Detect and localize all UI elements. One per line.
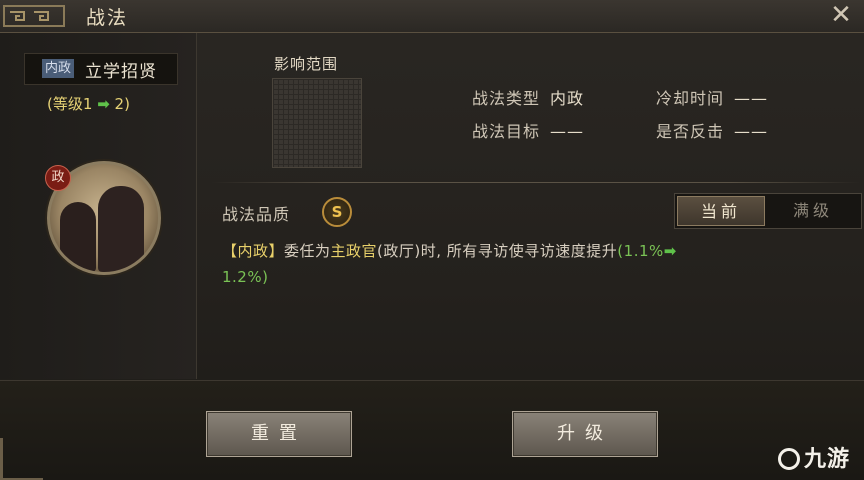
description-text: (政厅)时, 所有寻访使寻访速度提升 <box>377 242 618 260</box>
reset-button[interactable]: 重置 <box>206 411 352 457</box>
politics-badge: 政 <box>45 165 71 191</box>
influence-range-grid <box>272 78 362 168</box>
skill-target-value: —— <box>550 122 585 141</box>
skill-category-tag: 内政 <box>42 59 75 78</box>
divider <box>212 182 860 183</box>
watermark-logo-icon <box>777 448 800 470</box>
upgrade-button[interactable]: 升级 <box>512 411 658 457</box>
tab-current[interactable]: 当前 <box>677 196 765 226</box>
portrait-figure <box>98 186 144 272</box>
level-indicator: (等级1 ➡ 2) <box>47 93 130 114</box>
close-icon[interactable]: ✕ <box>828 2 854 28</box>
corner-ornament-icon <box>0 438 43 480</box>
title-ornament-icon <box>3 5 65 27</box>
skill-description: 【内政】委任为主政官(政厅)时, 所有寻访使寻访速度提升(1.1%➡ 1.2%) <box>222 238 842 290</box>
watermark: 九游 <box>777 441 850 473</box>
description-tag: 【内政】 <box>222 242 285 260</box>
counterattack-label: 是否反击 <box>656 122 725 141</box>
level-arrow-icon: ➡ <box>97 95 110 113</box>
description-text: 委任为 <box>284 242 331 260</box>
influence-range-label: 影响范围 <box>274 55 339 73</box>
watermark-text: 九游 <box>803 447 850 472</box>
description-role: 主政官 <box>330 242 378 260</box>
cooldown-value: —— <box>734 89 769 108</box>
skill-type-value: 内政 <box>550 89 585 108</box>
description-value-from: (1.1% <box>617 242 664 260</box>
skill-name: 立学招贤 <box>85 62 157 82</box>
title-bar: 战法 ✕ <box>0 0 864 33</box>
level-from: (等级1 <box>47 95 93 113</box>
left-panel: 内政 立学招贤 (等级1 ➡ 2) 政 <box>0 33 197 379</box>
bottom-bar: 重置 升级 九游 <box>0 380 864 480</box>
level-toggle: 当前 满级 <box>674 193 862 229</box>
tab-max-level[interactable]: 满级 <box>769 196 857 226</box>
counterattack-value: —— <box>734 122 769 141</box>
quality-grade-badge: S <box>322 197 352 227</box>
skill-name-box: 内政 立学招贤 <box>24 53 178 85</box>
skill-target-row: 战法目标 —— <box>472 118 584 142</box>
cooldown-row: 冷却时间 —— <box>656 85 768 109</box>
description-value-to: 1.2%) <box>222 268 269 286</box>
cooldown-label: 冷却时间 <box>656 89 725 108</box>
counterattack-row: 是否反击 —— <box>656 118 768 142</box>
skill-window: 战法 ✕ 内政 立学招贤 (等级1 ➡ 2) 政 影响范围 战法类型 内政 冷却时… <box>0 0 864 480</box>
quality-label: 战法品质 <box>222 205 291 224</box>
skill-type-row: 战法类型 内政 <box>472 85 584 109</box>
description-arrow-icon: ➡ <box>663 242 677 260</box>
level-to: 2) <box>114 95 130 113</box>
portrait-figure <box>60 202 96 272</box>
window-title: 战法 <box>86 7 129 29</box>
skill-target-label: 战法目标 <box>472 122 541 141</box>
skill-type-label: 战法类型 <box>472 89 541 108</box>
